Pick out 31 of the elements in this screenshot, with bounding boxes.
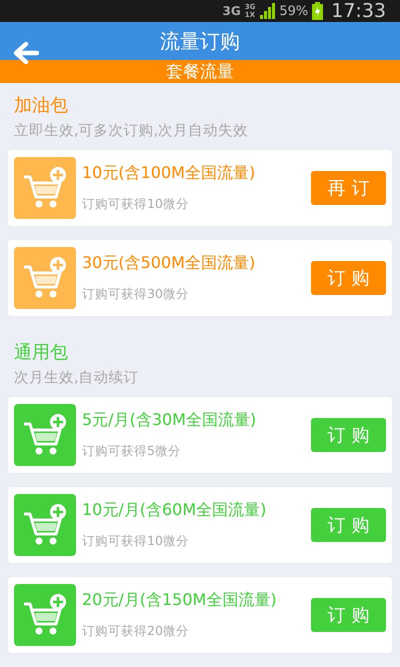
- package-name: 10元(含100M全国流量): [82, 163, 256, 184]
- clock: 17:33: [331, 0, 386, 22]
- reward-text: 订购可获得20微分: [82, 623, 190, 640]
- cart-add-icon: [14, 584, 76, 646]
- package-name: 10元/月(含60M全国流量): [82, 500, 268, 521]
- order-button[interactable]: 订 购: [311, 598, 386, 632]
- cart-add-icon: [14, 247, 76, 309]
- package-name: 5元/月(含30M全国流量): [82, 410, 258, 431]
- battery-charging-icon: [312, 2, 324, 20]
- order-button[interactable]: 订 购: [311, 508, 386, 542]
- order-button[interactable]: 订 购: [311, 261, 386, 295]
- section-subtitle: 次月生效,自动续订: [14, 369, 140, 387]
- package-name: 20元/月(含150M全国流量): [82, 590, 278, 611]
- reward-text: 订购可获得10微分: [82, 533, 190, 550]
- battery-percent: 59%: [279, 4, 308, 18]
- network-type: 3G: [222, 4, 241, 18]
- order-button[interactable]: 再 订: [311, 171, 386, 205]
- order-button[interactable]: 订 购: [311, 418, 386, 452]
- cart-add-icon: [14, 157, 76, 219]
- cart-add-icon: [14, 404, 76, 466]
- section-title: 通用包: [14, 341, 69, 364]
- reward-text: 订购可获得30微分: [82, 286, 190, 303]
- cart-add-icon: [14, 494, 76, 556]
- reward-text: 订购可获得5微分: [82, 443, 182, 460]
- page-title: 流量订购: [160, 28, 240, 54]
- reward-text: 订购可获得10微分: [82, 196, 190, 213]
- package-name: 30元(含500M全国流量): [82, 253, 256, 274]
- section-title: 加油包: [14, 94, 69, 117]
- category-title: 套餐流量: [166, 61, 234, 83]
- section-subtitle: 立即生效,可多次订购,次月自动失效: [14, 122, 250, 140]
- signal-icon: [259, 3, 276, 19]
